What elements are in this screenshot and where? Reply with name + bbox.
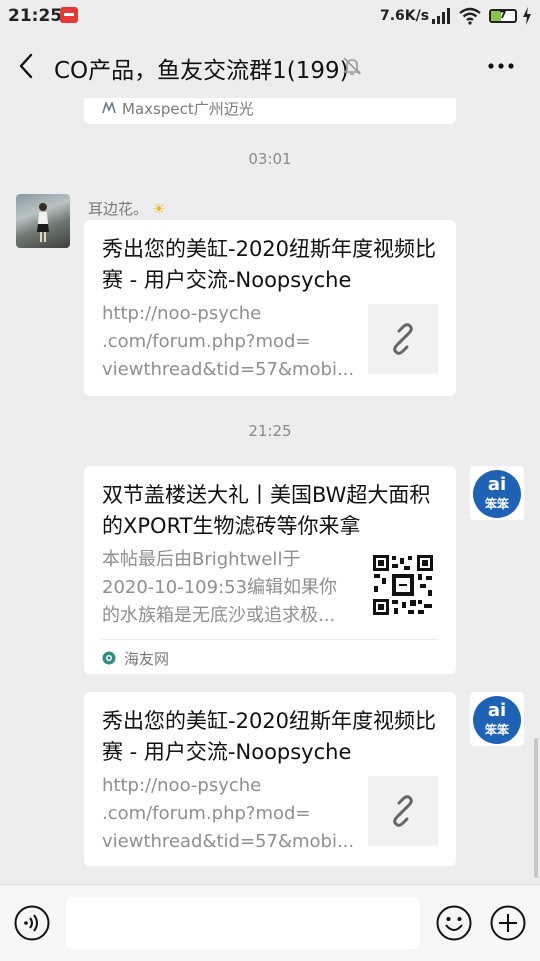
status-time: 21:25 [8, 6, 63, 26]
link-card[interactable]: 秀出您的美缸-2020纽斯年度视频比赛 - 用户交流-Noopsyche htt… [84, 220, 456, 396]
timestamp: 21:25 [248, 422, 292, 440]
link-thumbnail [368, 304, 438, 374]
avatar-subtext: 笨笨 [485, 722, 510, 737]
sender-name: 耳边花。 ☀ [88, 198, 165, 219]
sender-name-text: 耳边花。 [88, 200, 149, 218]
status-bar: 21:25 7.6K/s 7 [0, 0, 540, 34]
link-card-desc-line: http://noo-psyche [102, 775, 262, 796]
avatar-text: ai [488, 474, 506, 495]
bell-off-icon [343, 57, 361, 75]
link-card[interactable]: 双节盖楼送大礼丨美国BW超大面积的XPORT生物滤砖等你来拿 本帖最后由Brig… [84, 466, 456, 674]
ai-avatar-icon: ai 笨笨 [470, 692, 524, 746]
previous-message-card[interactable]: Maxspect广州迈光 [84, 98, 456, 124]
link-card-title: 秀出您的美缸-2020纽斯年度视频比赛 - 用户交流-Noopsyche [102, 237, 437, 292]
ai-avatar-icon: ai 笨笨 [470, 466, 524, 520]
person-photo-icon [37, 203, 49, 242]
my-avatar[interactable]: ai 笨笨 [470, 466, 524, 520]
signal-icon [432, 8, 450, 24]
avatar-subtext: 笨笨 [485, 496, 510, 511]
maxspect-logo-icon [102, 102, 116, 114]
link-card-desc-line: 本帖最后由Brightwell于 [102, 549, 301, 570]
link-card-desc-line: viewthread&tid=57&mobi... [102, 831, 355, 852]
link-card-desc-line: http://noo-psyche [102, 303, 262, 324]
message-list[interactable]: Maxspect广州迈光 03:01 耳边花。 ☀ 秀出您的美缸-2020纽斯年度… [0, 98, 540, 884]
avatar[interactable] [16, 194, 70, 248]
chat-title: CO产品，鱼友交流群1(199) [54, 58, 349, 84]
link-card-source: 海友网 [102, 639, 438, 674]
voice-icon[interactable] [14, 905, 50, 941]
previous-message-source: Maxspect广州迈光 [122, 100, 254, 118]
charging-icon [523, 7, 531, 25]
link-card-desc-line: .com/forum.php?mod= [102, 331, 311, 352]
more-icon[interactable] [486, 56, 516, 76]
message-input[interactable] [66, 897, 420, 949]
link-card[interactable]: 秀出您的美缸-2020纽斯年度视频比赛 - 用户交流-Noopsyche htt… [84, 692, 456, 866]
input-bar [0, 884, 540, 961]
emoji-icon[interactable] [436, 905, 472, 941]
sun-emoji-icon: ☀ [152, 200, 166, 218]
wifi-icon [459, 7, 481, 25]
haiyou-logo-icon [102, 651, 116, 665]
link-card-title: 秀出您的美缸-2020纽斯年度视频比赛 - 用户交流-Noopsyche [102, 709, 437, 764]
link-card-desc-line: 的水族箱是无底沙或追求极... [102, 605, 336, 626]
link-icon [393, 795, 413, 827]
link-card-source-name: 海友网 [124, 650, 170, 668]
link-card-desc-line: .com/forum.php?mod= [102, 803, 311, 824]
battery-level: 7 [499, 10, 507, 21]
back-icon[interactable] [14, 52, 40, 80]
plus-icon[interactable] [490, 905, 526, 941]
network-speed: 7.6K/s [380, 8, 430, 24]
chat-header: CO产品，鱼友交流群1(199) [0, 34, 540, 98]
link-card-desc-line: viewthread&tid=57&mobi... [102, 359, 355, 380]
qr-code-thumbnail [372, 554, 434, 616]
link-card-title: 双节盖楼送大礼丨美国BW超大面积的XPORT生物滤砖等你来拿 [102, 483, 431, 538]
link-card-desc-line: 2020-10-109:53编辑如果你 [102, 577, 338, 598]
notification-app-icon [60, 7, 78, 23]
timestamp: 03:01 [248, 150, 292, 168]
scrollbar[interactable] [534, 738, 538, 878]
avatar-text: ai [488, 700, 506, 721]
my-avatar[interactable]: ai 笨笨 [470, 692, 524, 746]
battery-icon: 7 [489, 9, 517, 23]
link-thumbnail [368, 776, 438, 846]
link-icon [393, 323, 413, 355]
